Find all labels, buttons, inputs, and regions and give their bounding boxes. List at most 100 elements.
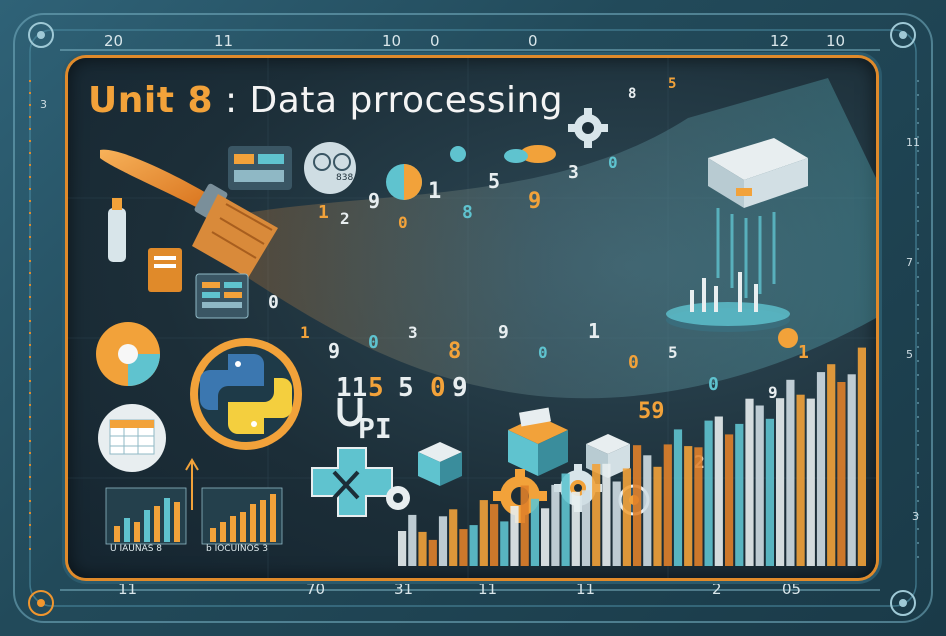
decor-bar	[592, 464, 601, 566]
svg-text:1: 1	[428, 179, 441, 204]
ruler-right-1: 11	[906, 136, 920, 149]
bar-chart-icon-right	[201, 487, 283, 545]
decor-bar	[755, 405, 764, 566]
gear-icon	[568, 108, 608, 148]
svg-text:5: 5	[668, 76, 676, 92]
svg-text:1: 1	[798, 342, 809, 363]
ruler-bottom-1: 11	[118, 580, 138, 598]
svg-text:0: 0	[608, 153, 618, 172]
decor-bar	[551, 484, 560, 566]
svg-text:5: 5	[488, 169, 500, 193]
corner-knob-bottom-right	[890, 590, 916, 616]
svg-text:1: 1	[318, 202, 329, 223]
decor-bar	[694, 447, 703, 566]
ruler-top-3: 10	[382, 32, 402, 50]
svg-text:9: 9	[452, 373, 468, 403]
decor-bar	[714, 416, 723, 566]
ruler-top-2: 11	[214, 32, 234, 50]
svg-text:1: 1	[588, 319, 600, 343]
svg-text:0: 0	[398, 213, 408, 232]
decor-bar	[725, 434, 734, 566]
decor-bar	[408, 514, 417, 566]
svg-text:PI: PI	[358, 412, 392, 445]
title-separator: :	[224, 80, 238, 121]
svg-text:0: 0	[430, 373, 446, 403]
decor-bar	[837, 382, 846, 566]
ruler-left-1: 3	[40, 98, 47, 111]
decor-bar	[500, 521, 509, 566]
svg-text:5: 5	[398, 373, 414, 403]
svg-text:8: 8	[462, 202, 473, 223]
ruler-top-5: 0	[528, 32, 538, 50]
plus-icon	[311, 447, 393, 517]
decor-bar	[776, 398, 785, 566]
decor-bar	[418, 531, 427, 566]
svg-text:0: 0	[268, 292, 279, 313]
python-logo-icon	[190, 338, 302, 450]
ruler-right-2: 7	[906, 256, 913, 269]
decor-bar	[816, 372, 826, 566]
svg-text:0: 0	[538, 343, 548, 362]
orb-orange	[778, 328, 798, 348]
decor-bar	[735, 423, 744, 566]
svg-text:5: 5	[668, 343, 678, 362]
decor-bar	[530, 498, 539, 566]
decor-bar	[745, 398, 754, 566]
decor-bar	[561, 473, 570, 566]
decor-bar	[510, 506, 519, 566]
decor-bar	[684, 446, 693, 566]
ruler-right-4: 3	[912, 510, 919, 523]
decor-bar	[541, 508, 550, 566]
globe-icon	[386, 164, 422, 200]
decor-bar	[663, 444, 672, 566]
chart-badge: 838	[336, 173, 353, 183]
magnifier-disc-icon	[304, 142, 356, 194]
page-title: Unit 8 : Data prrocessing	[88, 80, 563, 121]
svg-text:9: 9	[498, 322, 509, 343]
decor-bar	[827, 364, 836, 566]
svg-text:9: 9	[528, 189, 541, 214]
ruler-top-7: 10	[826, 32, 846, 50]
ruler-bottom-5: 11	[576, 580, 596, 598]
ruler-bottom-2: 70	[306, 580, 326, 598]
ruler-top-1: 20	[104, 32, 124, 50]
chart-caption-left: U IAUNAS 8	[110, 544, 163, 554]
svg-text:3: 3	[408, 323, 418, 342]
cloud-icon	[504, 145, 556, 163]
decor-bar	[796, 394, 805, 566]
decor-bar	[449, 509, 458, 566]
svg-text:9: 9	[328, 339, 340, 363]
svg-text:0: 0	[628, 352, 639, 373]
decor-bar	[786, 379, 795, 566]
data-card-icon	[228, 146, 292, 190]
ruler-bottom-6: 2	[712, 580, 722, 598]
decor-bar	[857, 347, 866, 566]
decor-bar	[479, 500, 488, 566]
decor-bar	[581, 490, 591, 566]
chart-caption-right: b IOCUINOS 3	[206, 544, 268, 554]
cube-icon	[418, 442, 462, 486]
ruler-right-3: 5	[906, 348, 913, 361]
decor-bar	[633, 445, 642, 566]
ruler-bottom-4: 11	[478, 580, 498, 598]
title-text: Data prrocessing	[249, 80, 564, 121]
ruler-top-4: 0	[430, 32, 440, 50]
settings-disc-icon	[96, 322, 160, 386]
svg-text:2: 2	[340, 209, 350, 228]
ruler-top-6: 12	[770, 32, 790, 50]
svg-text:8: 8	[628, 86, 636, 102]
svg-text:9: 9	[368, 189, 380, 213]
decor-bar	[806, 398, 815, 566]
decor-bar	[612, 481, 621, 566]
svg-text:8: 8	[448, 339, 461, 364]
decor-bar	[490, 504, 499, 566]
svg-text:5: 5	[368, 373, 384, 403]
open-box-icon	[508, 407, 568, 476]
decor-bar	[847, 374, 856, 566]
decor-bar	[643, 455, 652, 566]
decor-bar	[765, 418, 774, 566]
decor-bar	[704, 420, 713, 566]
decor-bar	[438, 516, 448, 566]
content-panel: 1 2 9 0 1 8 5 9 3 0 8 5 0 1 9 0 3 8 9 0	[68, 58, 876, 578]
decor-bar	[469, 525, 478, 566]
